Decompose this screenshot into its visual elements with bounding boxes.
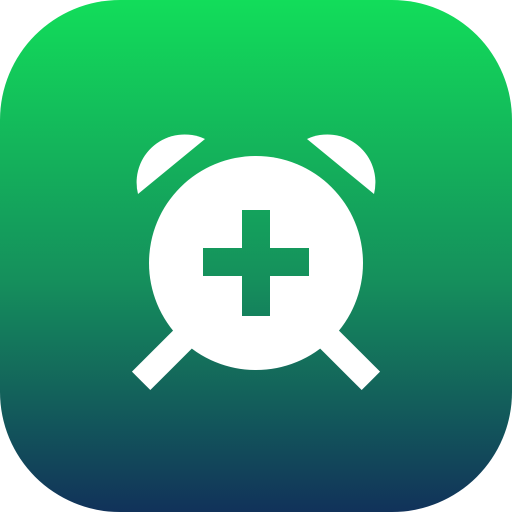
clock-face [149, 156, 363, 370]
app-icon[interactable] [0, 0, 512, 512]
add-alarm-icon [0, 0, 512, 512]
